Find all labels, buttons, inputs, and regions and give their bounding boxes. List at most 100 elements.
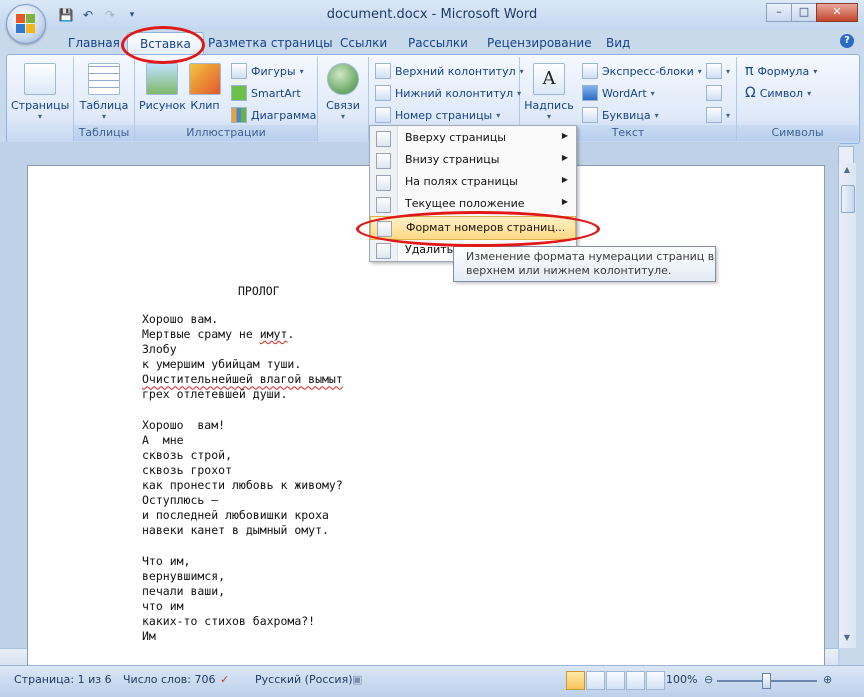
signature-icon	[706, 63, 722, 79]
menu-item-page-margins[interactable]: На полях страницы ▶	[370, 171, 576, 193]
formula-label: Формула	[757, 64, 810, 78]
text-line: А мне	[142, 432, 184, 447]
tab-home[interactable]: Главная	[68, 36, 120, 50]
tab-mailings[interactable]: Рассылки	[408, 36, 468, 50]
footer-label: Нижний колонтитул	[395, 86, 514, 100]
page-count[interactable]: Страница: 1 из 6	[14, 673, 112, 686]
dropcap-label: Буквица	[602, 108, 651, 122]
signature-line-button[interactable]: ▾	[706, 63, 730, 79]
proofing-icon[interactable]: ✓	[220, 673, 229, 686]
zoom-level[interactable]: 100%	[666, 673, 697, 686]
date-time-button[interactable]	[706, 85, 722, 101]
text-line: сквозь строй,	[142, 447, 233, 462]
bottom-of-page-icon	[376, 153, 391, 169]
smartart-button[interactable]: SmartArt	[231, 85, 301, 101]
chart-button[interactable]: Диаграмма	[231, 107, 316, 123]
group-pages: Страницы ▾	[7, 57, 74, 141]
macro-icon[interactable]: ▣	[352, 673, 362, 686]
header-button[interactable]: Верхний колонтитул ▾	[375, 63, 524, 79]
group-label-tables: Таблицы	[74, 125, 134, 141]
picture-icon	[146, 63, 178, 95]
tooltip-line-1: Изменение формата нумерации страниц в	[466, 250, 715, 263]
text-line: и последней любовишки кроха	[142, 508, 329, 523]
full-screen-view-button[interactable]	[586, 671, 605, 690]
links-button[interactable]: Связи ▾	[322, 63, 364, 121]
shapes-label: Фигуры	[251, 64, 296, 78]
page-number-button[interactable]: Номер страницы ▾	[375, 107, 500, 123]
picture-label: Рисунок	[139, 99, 186, 112]
header-icon	[375, 63, 391, 79]
dropcap-icon	[582, 107, 598, 123]
window-title: document.docx - Microsoft Word	[326, 7, 538, 22]
symbol-button[interactable]: Ω Символ ▾	[745, 85, 811, 101]
text-line: Им	[142, 628, 156, 643]
zoom-in-icon[interactable]: ⊕	[823, 673, 832, 686]
text-line: печали ваши,	[142, 583, 226, 598]
page-number-icon	[375, 107, 391, 123]
shapes-button[interactable]: Фигуры ▾	[231, 63, 304, 79]
object-button[interactable]: ▾	[706, 107, 730, 123]
textbox-button[interactable]: A Надпись ▾	[524, 63, 574, 121]
wordart-button[interactable]: WordArt ▾	[582, 85, 655, 101]
menu-item-bottom-of-page[interactable]: Внизу страницы ▶	[370, 149, 576, 171]
word-count[interactable]: Число слов: 706	[123, 673, 216, 686]
text-line: Оступлюсь –	[142, 493, 219, 508]
chart-label: Диаграмма	[251, 108, 317, 122]
title-bar: 💾 ↶ ↷ ▾ document.docx - Microsoft Word –…	[0, 0, 864, 30]
office-button[interactable]	[6, 4, 46, 44]
top-of-page-icon	[376, 131, 391, 147]
scroll-up-icon[interactable]: ▲	[841, 165, 853, 177]
quickparts-label: Экспресс-блоки	[602, 64, 694, 78]
help-icon[interactable]: ?	[840, 34, 854, 48]
maximize-button[interactable]: □	[791, 3, 817, 22]
smartart-label: SmartArt	[251, 86, 301, 100]
language[interactable]: Русский (Россия)	[255, 673, 353, 686]
outline-view-button[interactable]	[626, 671, 645, 690]
globe-icon	[327, 63, 359, 95]
vertical-scrollbar[interactable]: ▲ ▼	[838, 163, 856, 648]
table-button[interactable]: Таблица ▾	[76, 63, 132, 121]
footer-button[interactable]: Нижний колонтитул ▾	[375, 85, 521, 101]
web-layout-view-button[interactable]	[606, 671, 625, 690]
object-icon	[706, 107, 722, 123]
remove-page-numbers-icon	[376, 243, 391, 259]
scroll-down-icon[interactable]: ▼	[841, 633, 853, 645]
menu-item-top-of-page[interactable]: Вверху страницы ▶	[370, 127, 576, 149]
ruler-toggle[interactable]	[838, 146, 854, 164]
tab-references[interactable]: Ссылки	[340, 36, 387, 50]
picture-button[interactable]: Рисунок	[139, 63, 186, 112]
text-line: каких-то стихов бахрома?!	[142, 613, 316, 628]
text-line	[142, 403, 343, 418]
group-symbols: π Формула ▾ Ω Символ ▾ Символы	[737, 57, 858, 141]
pi-icon: π	[745, 63, 754, 79]
close-button[interactable]: ✕	[816, 3, 858, 22]
text-line: Хорошо вам!	[142, 417, 226, 432]
clip-icon	[189, 63, 221, 95]
quickparts-button[interactable]: Экспресс-блоки ▾	[582, 63, 702, 79]
zoom-out-icon[interactable]: ⊖	[704, 673, 713, 686]
pages-button[interactable]: Страницы ▾	[11, 63, 69, 121]
tab-view[interactable]: Вид	[606, 36, 630, 50]
text-line: к умершим убийцам туши.	[142, 357, 302, 372]
dropcap-button[interactable]: Буквица ▾	[582, 107, 659, 123]
textbox-icon: A	[533, 63, 565, 95]
text-line: грех отлетевшей души.	[142, 387, 288, 402]
print-layout-view-button[interactable]	[566, 671, 585, 690]
zoom-slider-thumb[interactable]	[762, 673, 771, 689]
omega-icon: Ω	[745, 85, 756, 101]
submenu-arrow-icon: ▶	[561, 153, 568, 162]
page-margins-icon	[376, 175, 391, 191]
submenu-arrow-icon: ▶	[561, 175, 568, 184]
draft-view-button[interactable]	[646, 671, 665, 690]
text-line: как пронести любовь к живому?	[142, 478, 343, 493]
tab-page-layout[interactable]: Разметка страницы	[208, 36, 333, 50]
tab-review[interactable]: Рецензирование	[487, 36, 592, 50]
chart-icon	[231, 107, 247, 123]
text-line	[142, 538, 343, 553]
text-line: сквозь грохот	[142, 462, 233, 477]
clip-button[interactable]: Клип	[187, 63, 223, 112]
minimize-button[interactable]: –	[766, 3, 792, 22]
formula-button[interactable]: π Формула ▾	[745, 63, 817, 79]
scroll-thumb[interactable]	[841, 185, 855, 213]
document-body: Хорошо вам. Мертвые сраму не имут. Злобу…	[142, 312, 343, 644]
